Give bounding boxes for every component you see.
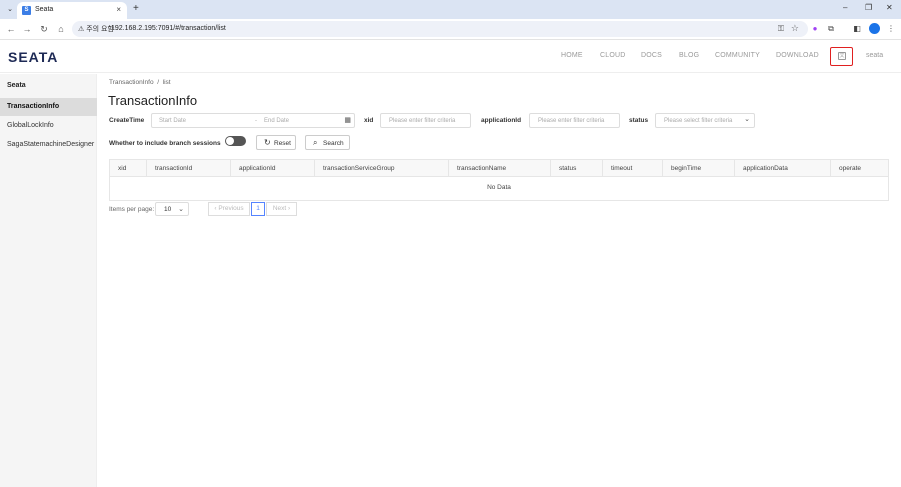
chevron-left-icon: ‹	[214, 205, 217, 212]
seata-logo[interactable]: SEATA	[8, 49, 58, 65]
browser-tabstrip: ⌄ S Seata × + – ❐ ✕	[0, 0, 901, 19]
browser-tab[interactable]: S Seata ×	[17, 2, 127, 19]
next-page-button[interactable]: Next ›	[266, 202, 297, 216]
forward-icon[interactable]: →	[21, 23, 33, 35]
window-close-button[interactable]: ✕	[886, 3, 893, 12]
branch-sessions-toggle[interactable]	[225, 136, 246, 146]
reload-icon[interactable]: ↻	[38, 23, 50, 35]
url-text[interactable]: 192.168.2.195:7091/#/transaction/list	[111, 25, 226, 32]
xid-placeholder: Please enter filter criteria	[389, 118, 456, 124]
next-page-label: Next	[272, 205, 287, 212]
date-range-picker[interactable]: Start Date - End Date ▦	[151, 113, 355, 128]
nav-blog[interactable]: BLOG	[679, 52, 699, 59]
breadcrumb: TransactionInfo / list	[109, 79, 171, 86]
column-header-transactionid: transactionId	[147, 160, 231, 177]
reset-icon: ↻	[264, 138, 271, 147]
home-icon[interactable]: ⌂	[55, 23, 67, 35]
breadcrumb-separator: /	[157, 79, 159, 86]
table-header: xid transactionId applicationId transact…	[110, 160, 888, 177]
start-date-input[interactable]: Start Date	[159, 118, 186, 124]
calendar-icon[interactable]: ▦	[344, 116, 351, 124]
application-id-placeholder: Please enter filter criteria	[538, 118, 605, 124]
transaction-table: xid transactionId applicationId transact…	[109, 159, 889, 201]
page-title: TransactionInfo	[108, 93, 198, 108]
previous-page-label: Previous	[218, 205, 244, 212]
column-header-applicationdata: applicationData	[735, 160, 831, 177]
column-header-applicationid: applicationId	[231, 160, 315, 177]
seata-favicon-icon: S	[22, 6, 31, 15]
nav-download[interactable]: DOWNLOAD	[776, 52, 819, 59]
column-header-timeout: timeout	[603, 160, 663, 177]
sidebar-item-transactioninfo[interactable]: TransactionInfo	[0, 98, 97, 116]
not-secure-badge[interactable]: ⚠ 주의 요함	[78, 24, 114, 34]
page-size-value: 10	[164, 206, 172, 213]
chevron-down-icon: ⌄	[178, 206, 184, 213]
end-date-input[interactable]: End Date	[264, 118, 289, 124]
column-header-xid: xid	[110, 160, 147, 177]
extensions-puzzle-icon[interactable]: ⧉	[825, 23, 837, 35]
column-header-transactionname: transactionName	[449, 160, 551, 177]
breadcrumb-root[interactable]: TransactionInfo	[109, 79, 154, 86]
search-button-label: Search	[323, 140, 344, 147]
search-button[interactable]: ⌕ Search	[305, 135, 350, 150]
app-header: SEATA HOME CLOUD DOCS BLOG COMMUNITY DOW…	[0, 41, 901, 73]
language-switch-button[interactable]: 文	[830, 47, 853, 66]
tab-search-chevron-icon[interactable]: ⌄	[4, 4, 16, 16]
user-name[interactable]: seata	[866, 52, 883, 59]
status-select[interactable]: Please select filter criteria ⌄	[655, 113, 755, 128]
nav-home[interactable]: HOME	[561, 52, 583, 59]
branch-sessions-label: Whether to include branch sessions	[109, 140, 221, 147]
extension-pin-icon[interactable]: ●	[809, 23, 821, 35]
password-key-icon[interactable]: ⚿	[778, 24, 784, 34]
nav-community[interactable]: COMMUNITY	[715, 52, 760, 59]
back-icon[interactable]: ←	[5, 23, 17, 35]
table-empty-text: No Data	[487, 184, 511, 191]
browser-menu-icon[interactable]: ⋮	[885, 23, 897, 35]
sidebar-title: Seata	[7, 82, 26, 89]
reset-button[interactable]: ↻ Reset	[256, 135, 296, 150]
profile-avatar[interactable]	[869, 23, 880, 34]
breadcrumb-current: list	[162, 79, 171, 86]
nav-cloud[interactable]: CLOUD	[600, 52, 626, 59]
items-per-page-label: Items per page:	[109, 206, 155, 213]
new-tab-button[interactable]: +	[133, 3, 139, 14]
column-header-status: status	[551, 160, 603, 177]
address-bar[interactable]: ⚠ 주의 요함 192.168.2.195:7091/#/transaction…	[72, 21, 808, 37]
status-label: status	[629, 117, 649, 124]
column-header-transactionservicegroup: transactionServiceGroup	[315, 160, 449, 177]
create-time-label: CreateTime	[109, 117, 145, 124]
xid-input[interactable]: Please enter filter criteria	[380, 113, 471, 128]
status-placeholder: Please select filter criteria	[664, 118, 733, 124]
sidebar-item-globallockinfo[interactable]: GlobalLockInfo	[0, 117, 97, 135]
reset-button-label: Reset	[274, 140, 291, 147]
sidebar: Seata TransactionInfo GlobalLockInfo Sag…	[0, 74, 97, 487]
window-minimize-button[interactable]: –	[843, 3, 847, 12]
application-id-label: applicationId	[481, 117, 522, 124]
date-range-separator: -	[255, 118, 257, 124]
search-icon: ⌕	[313, 138, 318, 147]
side-panel-icon[interactable]: ◧	[851, 23, 863, 35]
previous-page-button[interactable]: ‹ Previous	[208, 202, 250, 216]
chevron-right-icon: ›	[288, 205, 291, 212]
bookmark-star-icon[interactable]: ☆	[791, 23, 799, 34]
language-icon: 文	[838, 52, 846, 60]
xid-label: xid	[364, 117, 374, 124]
application-id-input[interactable]: Please enter filter criteria	[529, 113, 620, 128]
window-restore-button[interactable]: ❐	[865, 3, 872, 12]
tab-close-icon[interactable]: ×	[116, 5, 121, 14]
page-number-button[interactable]: 1	[251, 202, 265, 216]
column-header-operate: operate	[839, 165, 862, 172]
browser-toolbar: ← → ↻ ⌂ ⚠ 주의 요함 192.168.2.195:7091/#/tra…	[0, 19, 901, 40]
column-header-begintime: beginTime	[663, 160, 735, 177]
page-size-select[interactable]: 10 ⌄	[155, 202, 189, 216]
tab-title: Seata	[35, 6, 54, 13]
sidebar-item-sagastatemachinedesigner[interactable]: SagaStatemachineDesigner	[0, 136, 97, 154]
nav-docs[interactable]: DOCS	[641, 52, 662, 59]
chevron-down-icon: ⌄	[744, 116, 750, 123]
